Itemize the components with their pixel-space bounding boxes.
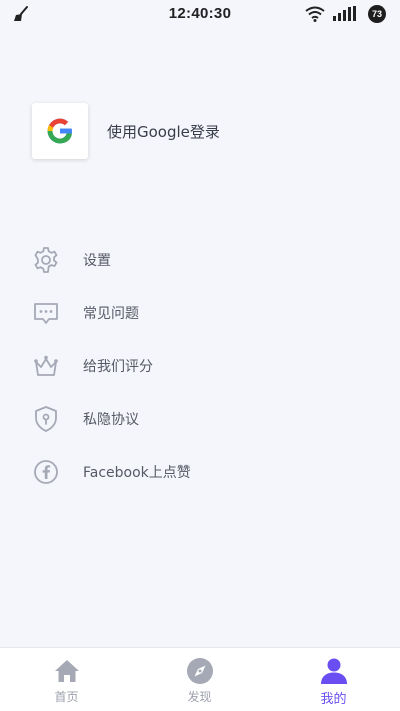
google-login-label: 使用Google登录 bbox=[107, 123, 220, 141]
facebook-icon bbox=[34, 460, 58, 484]
tab-label: 发现 bbox=[187, 690, 212, 704]
tab-discover[interactable]: 发现 bbox=[133, 648, 266, 711]
menu-item-label: 私隐协议 bbox=[83, 412, 139, 428]
wifi-icon bbox=[305, 6, 325, 22]
tab-label: 首页 bbox=[54, 690, 79, 704]
menu-item-label: Facebook上点赞 bbox=[83, 465, 191, 481]
home-icon bbox=[55, 660, 79, 682]
tab-label: 我的 bbox=[320, 692, 347, 707]
google-logo-box[interactable] bbox=[32, 103, 88, 159]
bottom-tab-bar: 首页 发现 我的 bbox=[0, 647, 400, 711]
menu-item-rate-us[interactable]: 给我们评分 bbox=[0, 339, 400, 392]
menu-item-label: 给我们评分 bbox=[83, 359, 153, 375]
menu-item-privacy-policy[interactable]: 私隐协议 bbox=[0, 392, 400, 445]
status-bar: 12:40:30 73 bbox=[0, 0, 400, 28]
menu-item-settings[interactable]: 设置 bbox=[0, 233, 400, 286]
crown-icon bbox=[34, 355, 58, 376]
tab-home[interactable]: 首页 bbox=[0, 648, 133, 711]
menu-item-label: 设置 bbox=[83, 253, 111, 269]
signal-icon bbox=[333, 6, 356, 21]
gear-icon bbox=[34, 247, 58, 273]
battery-icon: 73 bbox=[368, 5, 386, 23]
settings-menu: 设置 常见问题 给我们评分 私隐协议 Facebook上点赞 bbox=[0, 233, 400, 498]
shield-lock-icon bbox=[35, 406, 57, 432]
chat-bubble-icon bbox=[34, 303, 58, 324]
google-logo-icon bbox=[47, 118, 72, 144]
compass-icon bbox=[187, 658, 213, 684]
user-icon bbox=[321, 658, 347, 684]
tab-mine[interactable]: 我的 bbox=[267, 648, 400, 711]
menu-item-label: 常见问题 bbox=[83, 306, 139, 322]
menu-item-faq[interactable]: 常见问题 bbox=[0, 286, 400, 339]
menu-item-facebook-like[interactable]: Facebook上点赞 bbox=[0, 445, 400, 498]
google-login-button[interactable]: 使用Google登录 bbox=[32, 103, 372, 159]
